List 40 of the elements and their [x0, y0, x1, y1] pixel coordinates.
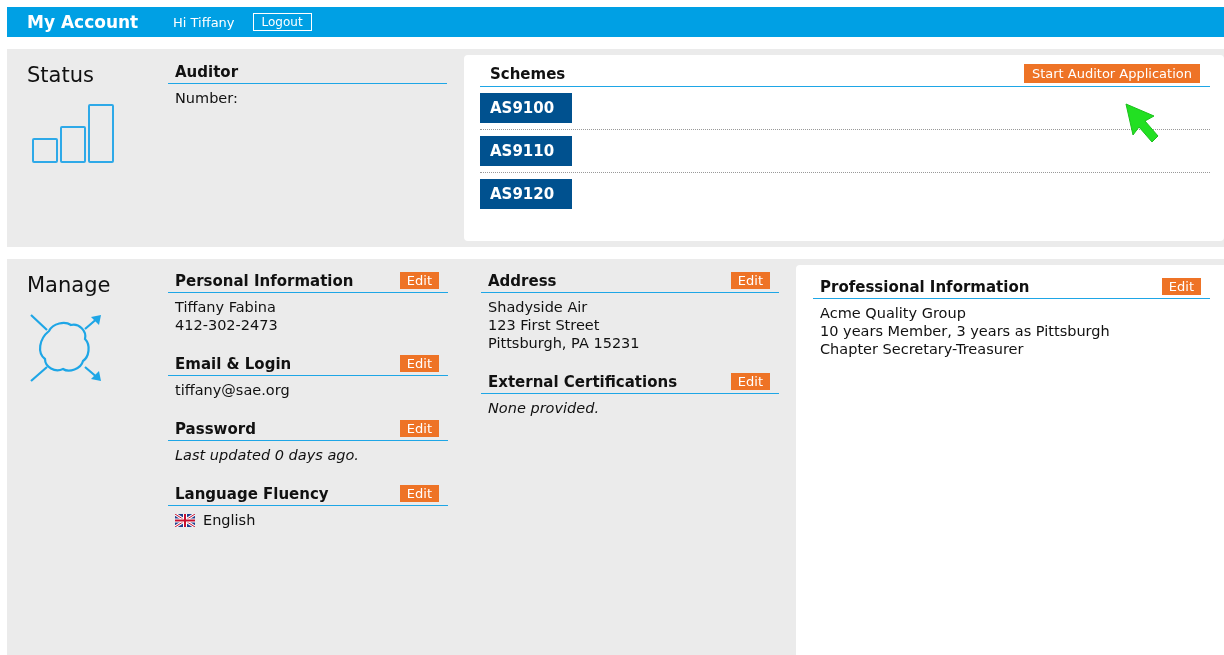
scheme-button[interactable]: AS9120 — [480, 179, 572, 209]
section-title: Email & Login — [175, 355, 292, 373]
section-title: Professional Information — [820, 278, 1030, 296]
logout-button[interactable]: Logout — [252, 13, 312, 31]
section-title: Address — [488, 272, 557, 290]
edit-button[interactable]: Edit — [730, 373, 770, 390]
section-text: 123 First Street — [488, 317, 601, 333]
edit-button[interactable]: Edit — [730, 272, 770, 289]
section-title: Personal Information — [175, 272, 354, 290]
scheme-button[interactable]: AS9100 — [480, 93, 572, 123]
edit-button[interactable]: Edit — [399, 355, 439, 372]
page-title: My Account — [27, 12, 140, 32]
section-text: None provided. — [488, 400, 601, 416]
language-name: English — [203, 512, 256, 528]
section-text: Last updated 0 days ago. — [175, 447, 360, 463]
section-text: 412-302-2473 — [175, 317, 279, 333]
edit-button[interactable]: Edit — [1161, 278, 1201, 295]
section-title: External Certifications — [488, 373, 678, 391]
edit-button[interactable]: Edit — [399, 420, 439, 437]
section-title: Auditor — [175, 63, 239, 81]
edit-button[interactable]: Edit — [399, 272, 439, 289]
section-title: Password — [175, 420, 256, 438]
bar-chart-icon — [31, 103, 115, 165]
section-text: Number: — [175, 90, 239, 106]
edit-button[interactable]: Edit — [399, 485, 439, 502]
section-text: tiffany@sae.org — [175, 382, 291, 398]
section-text: Pittsburgh, PA 15231 — [488, 335, 641, 351]
section-text: Tiffany Fabina — [175, 299, 277, 315]
section-text: Shadyside Air — [488, 299, 589, 315]
greeting: Hi Tiffany — [173, 14, 235, 30]
section-text: Acme Quality Group — [820, 305, 967, 321]
start-application-button[interactable]: Start Auditor Application — [1023, 64, 1200, 83]
section-heading: Status — [27, 63, 95, 87]
flag-icon — [175, 513, 195, 527]
section-text: 10 years Member, 3 years as Pittsburgh — [820, 323, 1111, 339]
section-title: Schemes — [490, 64, 566, 83]
scheme-button[interactable]: AS9110 — [480, 136, 572, 166]
section-heading: Manage — [27, 273, 112, 297]
section-title: Language Fluency — [175, 485, 329, 503]
section-text: Chapter Secretary-Treasurer — [820, 341, 1025, 357]
